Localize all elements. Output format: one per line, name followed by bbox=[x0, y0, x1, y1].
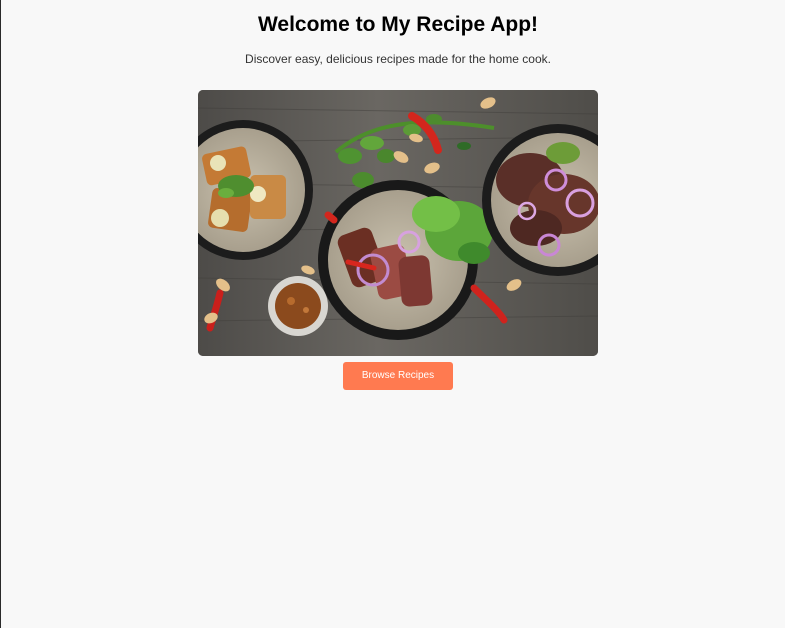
browse-recipes-button[interactable]: Browse Recipes bbox=[343, 362, 453, 390]
page-title: Welcome to My Recipe App! bbox=[257, 13, 539, 36]
page-subtitle: Discover easy, delicious recipes made fo… bbox=[245, 52, 551, 66]
welcome-screen: Welcome to My Recipe App! Discover easy,… bbox=[0, 0, 785, 628]
dipping-sauce bbox=[268, 276, 328, 336]
food-photo-illustration bbox=[198, 90, 598, 356]
hero-food-image bbox=[198, 90, 598, 356]
